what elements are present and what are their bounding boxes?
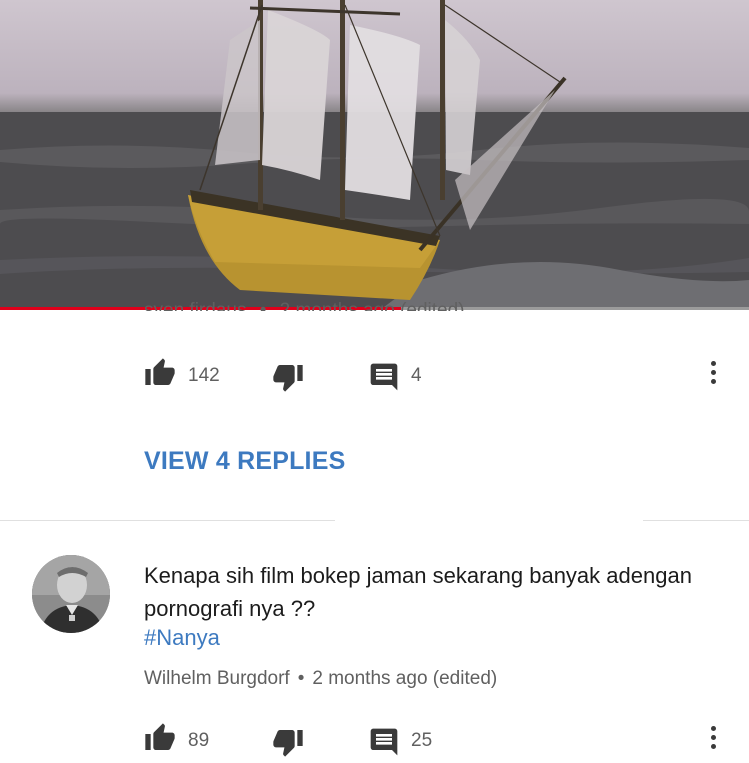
- thumbs-up-icon[interactable]: [144, 357, 176, 394]
- like-count: 142: [188, 365, 220, 386]
- reply-count: 4: [411, 365, 422, 386]
- comment-divider: [0, 520, 335, 521]
- video-player[interactable]: [0, 0, 749, 310]
- avatar-portrait: [32, 555, 110, 633]
- comment-text: Kenapa sih film bokep jaman sekarang ban…: [144, 563, 692, 621]
- thumbs-down-icon[interactable]: [272, 361, 304, 398]
- more-vert-icon[interactable]: [708, 726, 718, 756]
- second-comment-meta: Wilhelm Burgdorf • 2 months ago (edited): [144, 668, 497, 690]
- hashtag-link[interactable]: #Nanya: [144, 625, 220, 651]
- comment-time: 2 months ago (edited): [312, 668, 498, 689]
- comment-divider: [643, 520, 749, 521]
- more-vert-icon[interactable]: [708, 361, 718, 391]
- second-comment-actions: 89 25: [0, 722, 749, 762]
- first-comment-actions: 142 4: [0, 357, 749, 397]
- thumbs-up-icon[interactable]: [144, 722, 176, 759]
- meta-separator: •: [297, 668, 305, 689]
- video-frame-ship: [0, 0, 749, 310]
- comment-author[interactable]: Wilhelm Burgdorf: [144, 668, 290, 689]
- comment-icon[interactable]: [368, 361, 400, 398]
- avatar[interactable]: [32, 555, 110, 633]
- thumbs-down-icon[interactable]: [272, 726, 304, 763]
- comment-icon[interactable]: [368, 726, 400, 763]
- view-replies-button[interactable]: VIEW 4 REPLIES: [144, 447, 345, 476]
